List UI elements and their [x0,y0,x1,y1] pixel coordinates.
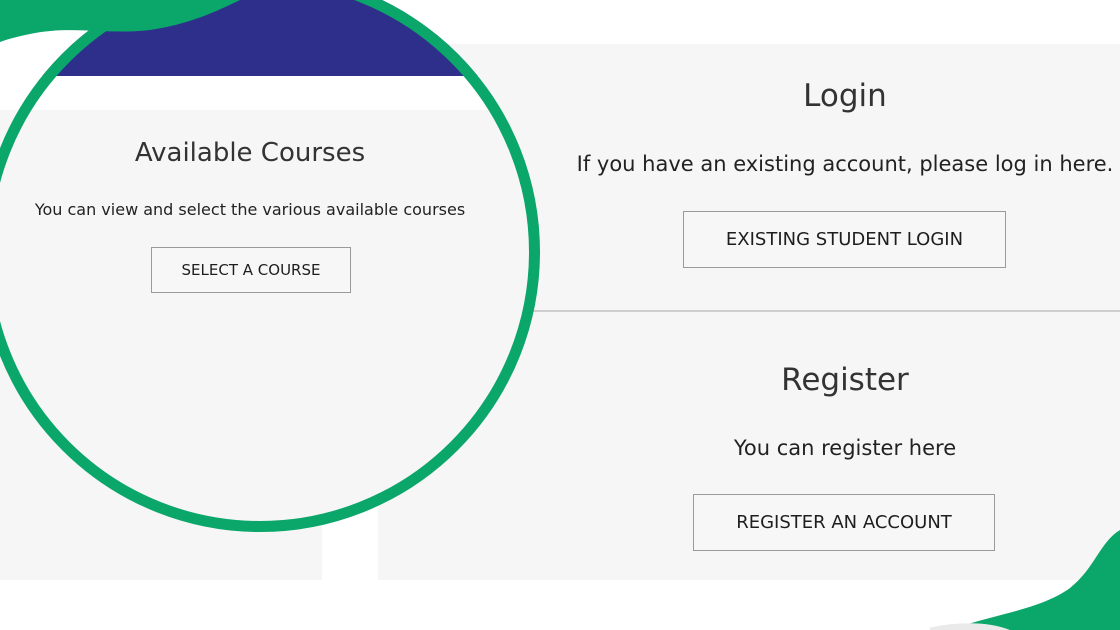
bottom-right-blob [930,530,1120,630]
register-description: You can register here [733,436,957,460]
login-title: Login [803,78,887,114]
select-course-button[interactable]: SELECT A COURSE [151,247,351,293]
courses-title: Available Courses [134,138,366,168]
courses-description: You can view and select the various avai… [34,200,466,219]
header-gap [0,76,540,110]
login-description: If you have an existing account, please … [576,152,1114,176]
register-title: Register [781,362,909,398]
top-left-blob [0,0,240,42]
existing-student-login-button[interactable]: EXISTING STUDENT LOGIN [683,211,1006,268]
